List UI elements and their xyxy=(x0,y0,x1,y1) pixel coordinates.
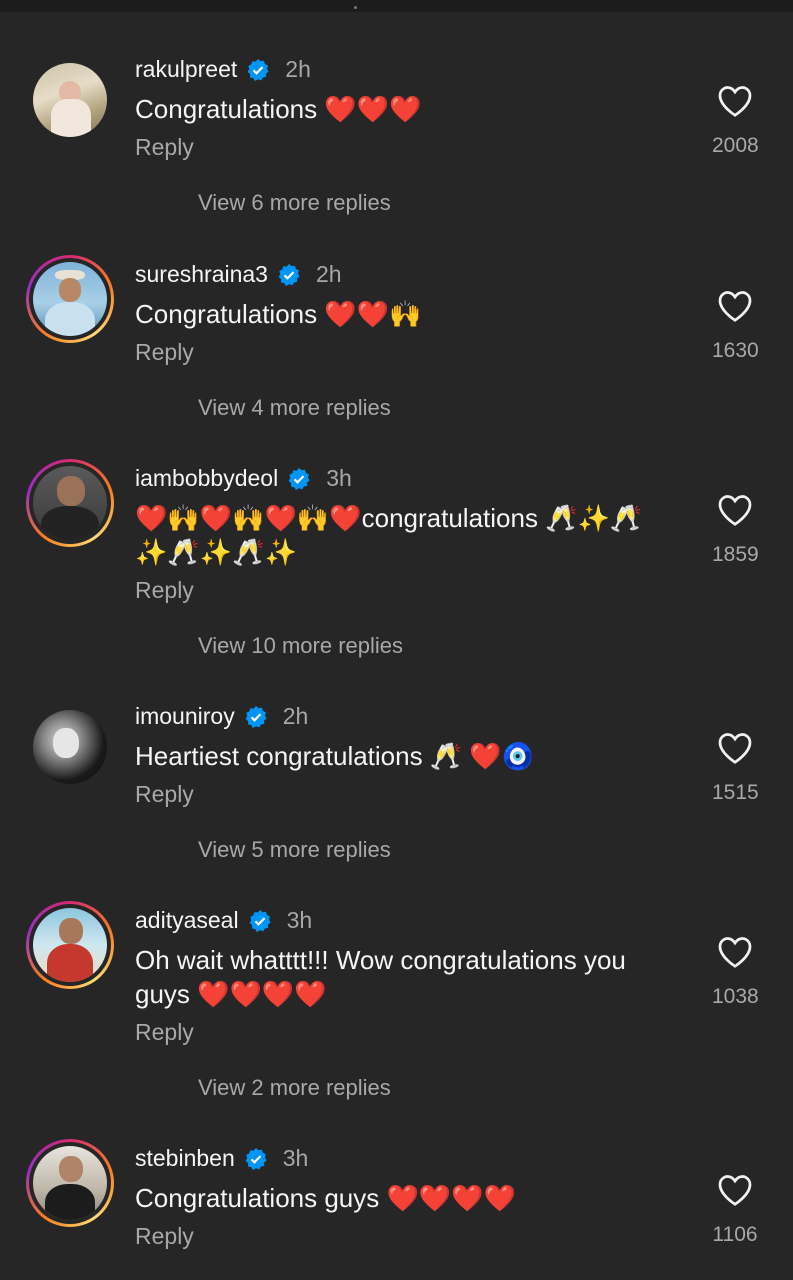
like-group: 2008 xyxy=(712,84,759,158)
drag-indicator xyxy=(354,6,357,9)
like-group: 1515 xyxy=(712,731,759,805)
view-more-replies[interactable]: View 10 more replies xyxy=(198,633,403,659)
reply-button[interactable]: Reply xyxy=(135,577,194,604)
verified-badge-icon xyxy=(247,58,269,81)
like-group: 1859 xyxy=(712,493,759,567)
avatar[interactable] xyxy=(26,459,114,547)
username[interactable]: stebinben xyxy=(135,1145,235,1172)
view-more-replies[interactable]: View 6 more replies xyxy=(198,190,391,216)
comment-header: sureshraina3 2h xyxy=(135,261,342,288)
avatar[interactable] xyxy=(26,56,114,144)
comment-header: imouniroy 2h xyxy=(135,703,308,730)
comment-text: Congratulations ❤️❤️❤️ xyxy=(135,94,422,124)
avatar[interactable] xyxy=(26,901,114,989)
reply-button[interactable]: Reply xyxy=(135,339,194,366)
comment-text: Congratulations ❤️❤️🙌 xyxy=(135,299,422,329)
reply-button[interactable]: Reply xyxy=(135,781,194,808)
username[interactable]: iambobbydeol xyxy=(135,465,278,492)
heart-icon[interactable] xyxy=(717,84,753,118)
timestamp: 2h xyxy=(282,703,309,729)
reply-button[interactable]: Reply xyxy=(135,1019,194,1046)
verified-badge-icon xyxy=(288,467,310,490)
comment-text: Oh wait whatttt!!! Wow congratulations y… xyxy=(135,945,626,1009)
comment-header: stebinben 3h xyxy=(135,1145,308,1172)
comment-header: iambobbydeol 3h xyxy=(135,465,352,492)
verified-badge-icon xyxy=(245,705,267,728)
reply-button[interactable]: Reply xyxy=(135,1223,194,1250)
like-count: 1630 xyxy=(712,339,759,362)
timestamp: 3h xyxy=(282,1145,309,1171)
verified-badge-icon xyxy=(249,909,271,932)
heart-icon[interactable] xyxy=(717,731,753,765)
verified-badge-icon xyxy=(278,263,300,286)
comment-header: rakulpreet 2h xyxy=(135,56,311,83)
like-count: 1859 xyxy=(712,543,759,566)
timestamp: 2h xyxy=(315,261,342,287)
avatar[interactable] xyxy=(26,255,114,343)
view-more-replies[interactable]: View 4 more replies xyxy=(198,395,391,421)
heart-icon[interactable] xyxy=(717,493,753,527)
username[interactable]: rakulpreet xyxy=(135,56,237,83)
username[interactable]: adityaseal xyxy=(135,907,239,934)
comment-text: Heartiest congratulations 🥂 ❤️🧿 xyxy=(135,741,535,771)
timestamp: 2h xyxy=(285,56,311,82)
comment-header: adityaseal 3h xyxy=(135,907,312,934)
like-group: 1038 xyxy=(712,935,759,1009)
like-count: 2008 xyxy=(712,134,759,157)
heart-icon[interactable] xyxy=(717,935,753,969)
comment-text: Congratulations guys ❤️❤️❤️❤️ xyxy=(135,1183,516,1213)
timestamp: 3h xyxy=(286,907,313,933)
like-count: 1515 xyxy=(712,781,759,804)
username[interactable]: imouniroy xyxy=(135,703,235,730)
like-count: 1038 xyxy=(712,985,759,1008)
reply-button[interactable]: Reply xyxy=(135,134,194,161)
timestamp: 3h xyxy=(326,465,352,491)
like-count: 1106 xyxy=(712,1223,758,1246)
username[interactable]: sureshraina3 xyxy=(135,261,268,288)
heart-icon[interactable] xyxy=(717,1173,753,1207)
view-more-replies[interactable]: View 5 more replies xyxy=(198,837,391,863)
like-group: 1630 xyxy=(712,289,759,363)
verified-badge-icon xyxy=(245,1147,267,1170)
like-group: 1106 xyxy=(712,1173,758,1247)
avatar[interactable] xyxy=(26,1139,114,1227)
heart-icon[interactable] xyxy=(717,289,753,323)
view-more-replies[interactable]: View 2 more replies xyxy=(198,1075,391,1101)
top-bar xyxy=(0,0,793,12)
avatar[interactable] xyxy=(26,703,114,791)
comment-text: ❤️🙌❤️🙌❤️🙌❤️congratulations 🥂✨🥂 ✨🥂✨🥂✨ xyxy=(135,503,643,567)
